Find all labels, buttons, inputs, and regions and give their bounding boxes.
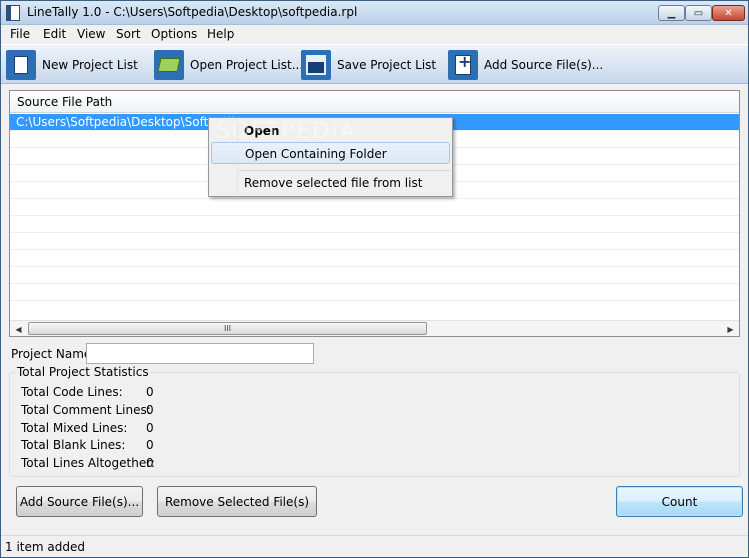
add-source-files-button-label: Add Source File(s)... bbox=[19, 494, 140, 509]
open-folder-icon bbox=[154, 50, 184, 80]
empty-row bbox=[10, 267, 739, 284]
empty-row bbox=[10, 250, 739, 267]
add-file-icon bbox=[448, 50, 478, 80]
stat-value: 0 bbox=[146, 403, 154, 417]
menu-sort[interactable]: Sort bbox=[116, 27, 141, 41]
window-title: LineTally 1.0 - C:\Users\Softpedia\Deskt… bbox=[27, 5, 358, 19]
scroll-left-icon[interactable]: ◀ bbox=[10, 321, 27, 337]
minimize-icon: ▁ bbox=[667, 7, 676, 19]
toolbar: New Project List Open Project List... Sa… bbox=[1, 44, 748, 84]
menu-edit[interactable]: Edit bbox=[43, 27, 66, 41]
app-icon bbox=[6, 5, 20, 21]
save-disk-icon bbox=[301, 50, 331, 80]
project-name-label: Project Name: bbox=[11, 347, 96, 361]
new-project-list-label: New Project List bbox=[42, 58, 138, 72]
stat-total-comment-lines: Total Comment Lines: 0 bbox=[21, 403, 321, 419]
empty-row bbox=[10, 216, 739, 233]
menu-view[interactable]: View bbox=[77, 27, 105, 41]
stat-total-lines-altogether: Total Lines Altogether: 0 bbox=[21, 456, 321, 472]
context-menu: Open Open Containing Folder Remove selec… bbox=[208, 117, 453, 197]
status-bar: 1 item added bbox=[1, 535, 748, 557]
new-document-icon bbox=[6, 50, 36, 80]
remove-selected-files-button-label: Remove Selected File(s) bbox=[164, 494, 310, 509]
context-menu-remove-selected-label: Remove selected file from list bbox=[244, 176, 423, 190]
project-name-input[interactable] bbox=[86, 343, 314, 364]
stat-label: Total Lines Altogether: bbox=[21, 456, 155, 470]
stat-total-blank-lines: Total Blank Lines: 0 bbox=[21, 438, 321, 454]
context-menu-open-label: Open bbox=[244, 124, 280, 138]
title-bar[interactable]: LineTally 1.0 - C:\Users\Softpedia\Deskt… bbox=[1, 1, 748, 25]
add-source-files-toolbar-button[interactable]: Add Source File(s)... bbox=[448, 49, 603, 81]
app-window: LineTally 1.0 - C:\Users\Softpedia\Deskt… bbox=[0, 0, 749, 558]
stat-total-mixed-lines: Total Mixed Lines: 0 bbox=[21, 421, 321, 437]
add-source-files-button[interactable]: Add Source File(s)... bbox=[16, 486, 143, 517]
remove-selected-files-button[interactable]: Remove Selected File(s) bbox=[157, 486, 317, 517]
column-header-source-file-path[interactable]: Source File Path bbox=[10, 91, 739, 113]
count-button[interactable]: Count bbox=[616, 486, 743, 517]
maximize-icon: ▭ bbox=[693, 7, 704, 19]
add-source-files-toolbar-label: Add Source File(s)... bbox=[484, 58, 604, 72]
empty-row bbox=[10, 284, 739, 301]
new-project-list-button[interactable]: New Project List bbox=[6, 49, 138, 81]
stat-label: Total Mixed Lines: bbox=[21, 421, 128, 435]
empty-row bbox=[10, 199, 739, 216]
save-project-list-button[interactable]: Save Project List bbox=[301, 49, 436, 81]
status-text: 1 item added bbox=[5, 540, 85, 554]
stat-label: Total Blank Lines: bbox=[21, 438, 126, 452]
close-icon: ✕ bbox=[724, 7, 733, 19]
horizontal-scrollbar[interactable]: ◀ III ▶ bbox=[10, 320, 739, 336]
stats-group-title: Total Project Statistics bbox=[15, 365, 151, 379]
context-menu-open-containing-folder[interactable]: Open Containing Folder bbox=[211, 142, 450, 164]
maximize-button[interactable]: ▭ bbox=[685, 5, 712, 21]
scroll-right-icon[interactable]: ▶ bbox=[722, 321, 739, 337]
menu-help[interactable]: Help bbox=[207, 27, 234, 41]
close-button[interactable]: ✕ bbox=[712, 5, 745, 21]
minimize-button[interactable]: ▁ bbox=[658, 5, 685, 21]
count-button-label: Count bbox=[661, 494, 698, 509]
total-project-statistics-group: Total Project Statistics Total Code Line… bbox=[9, 365, 740, 477]
open-project-list-label: Open Project List... bbox=[190, 58, 304, 72]
context-menu-open-containing-folder-label: Open Containing Folder bbox=[245, 147, 387, 161]
empty-row bbox=[10, 233, 739, 250]
save-project-list-label: Save Project List bbox=[337, 58, 437, 72]
stat-value: 0 bbox=[146, 421, 154, 435]
scroll-thumb[interactable]: III bbox=[28, 322, 427, 335]
stat-value: 0 bbox=[146, 438, 154, 452]
menu-bar: File Edit View Sort Options Help bbox=[1, 25, 748, 44]
stat-label: Total Comment Lines: bbox=[21, 403, 151, 417]
context-menu-separator bbox=[239, 170, 450, 171]
menu-file[interactable]: File bbox=[10, 27, 30, 41]
menu-options[interactable]: Options bbox=[151, 27, 197, 41]
open-project-list-button[interactable]: Open Project List... bbox=[154, 49, 303, 81]
stat-label: Total Code Lines: bbox=[21, 385, 123, 399]
context-menu-remove-selected[interactable]: Remove selected file from list bbox=[211, 172, 450, 194]
stat-total-code-lines: Total Code Lines: 0 bbox=[21, 385, 321, 401]
column-header-label: Source File Path bbox=[17, 95, 113, 109]
context-menu-open[interactable]: Open bbox=[211, 120, 450, 142]
stat-value: 0 bbox=[146, 385, 154, 399]
stat-value: 0 bbox=[146, 456, 154, 470]
